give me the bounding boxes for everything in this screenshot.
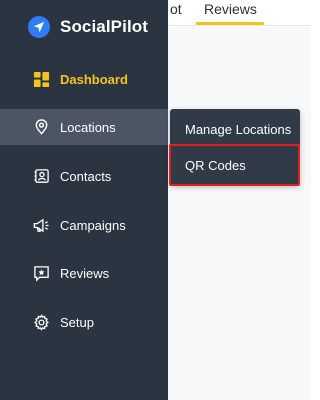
brand[interactable]: SocialPilot bbox=[28, 13, 148, 41]
sidebar-item-label: Reviews bbox=[60, 265, 110, 281]
paper-plane-logo-icon bbox=[28, 16, 50, 38]
tab-reviews[interactable]: Reviews bbox=[204, 1, 257, 17]
active-tab-underline bbox=[196, 22, 264, 25]
star-box-icon bbox=[32, 264, 50, 282]
sidebar-item-label: Locations bbox=[60, 119, 116, 135]
submenu-item-qr-codes[interactable]: QR Codes bbox=[170, 147, 300, 183]
sidebar-item-reviews[interactable]: Reviews bbox=[0, 255, 168, 291]
contacts-icon bbox=[32, 167, 50, 185]
location-pin-icon bbox=[32, 118, 50, 136]
dashboard-grid-icon bbox=[32, 70, 50, 88]
sidebar-item-dashboard[interactable]: Dashboard bbox=[0, 61, 168, 97]
locations-submenu: Manage Locations QR Codes bbox=[170, 109, 300, 185]
sidebar-item-campaigns[interactable]: Campaigns bbox=[0, 207, 168, 243]
sidebar-item-contacts[interactable]: Contacts bbox=[0, 158, 168, 194]
top-tab-bar: ot Reviews bbox=[168, 0, 311, 26]
main-content-area bbox=[168, 27, 311, 400]
sidebar-item-label: Contacts bbox=[60, 168, 112, 184]
sidebar: SocialPilot Dashboard Locations Contacts… bbox=[0, 0, 168, 400]
sidebar-item-label: Dashboard bbox=[60, 71, 128, 87]
submenu-item-manage-locations[interactable]: Manage Locations bbox=[170, 111, 300, 147]
sidebar-item-label: Campaigns bbox=[60, 217, 126, 233]
gear-icon bbox=[32, 313, 50, 331]
sidebar-item-locations[interactable]: Locations bbox=[0, 109, 168, 145]
sidebar-item-label: Setup bbox=[60, 314, 94, 330]
sidebar-item-setup[interactable]: Setup bbox=[0, 304, 168, 340]
brand-name: SocialPilot bbox=[60, 17, 149, 36]
tab-partial[interactable]: ot bbox=[170, 1, 182, 17]
megaphone-icon bbox=[32, 216, 50, 234]
